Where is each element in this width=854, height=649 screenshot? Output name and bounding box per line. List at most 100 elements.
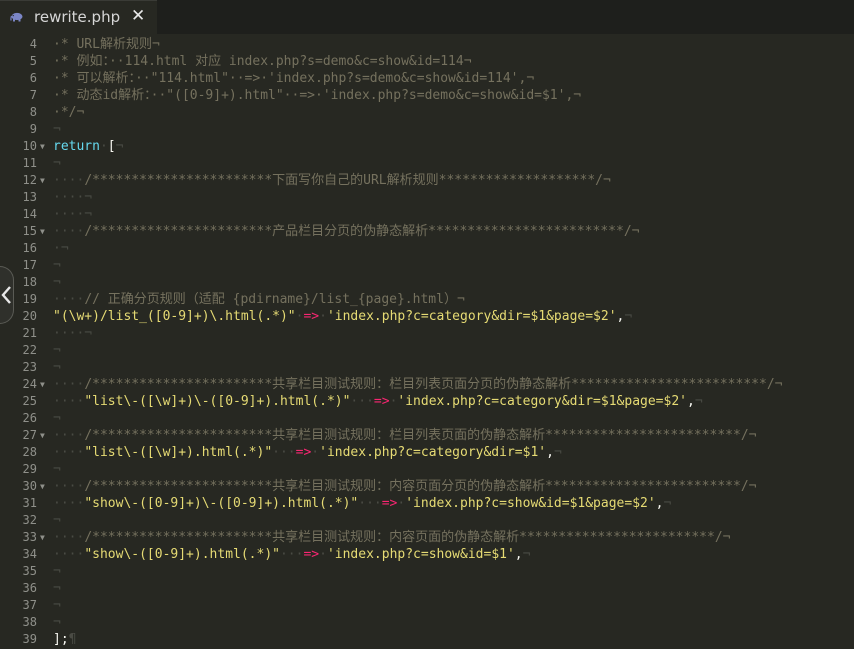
code-token: ···· [53,496,85,511]
code-line[interactable]: 24 ▼ ····/***********************共享栏目测试规则：… [0,376,854,393]
line-number: 16 [22,241,37,255]
code-line[interactable]: 9 ¬ [0,121,854,138]
code-token: ¬ [53,411,61,426]
code-line[interactable]: 12 ▼ ····/***********************下面写你自己的UR… [0,172,854,189]
line-number: 8 [29,105,37,119]
code-token: ···· [53,173,85,188]
code-token: /***********************共享栏目测试规则：栏目列表页面分… [84,377,783,392]
code-line[interactable]: 16 ·¬ [0,240,854,257]
code-token: /***********************产品栏目分页的伪静态解析****… [84,224,640,239]
code-line[interactable]: 25 ····"list\-([\w]+)\-([0-9]+).html(.*)"… [0,393,854,410]
code-token: , [546,445,554,460]
code-line[interactable]: 7 ·* 动态id解析：··"([0-9]+).html"··=>·'index.… [0,87,854,104]
code-editor[interactable]: 4 ·* URL解析规则¬ 5 ·* 例如：··114.html 对应 index.p… [0,34,854,649]
code-line[interactable]: 8 ·*/¬ [0,104,854,121]
code-text: ¬ [53,155,61,172]
tab-rewrite-php[interactable]: rewrite.php ✕ [0,0,157,34]
code-token: , [514,547,523,562]
line-number: 39 [22,632,37,646]
code-line[interactable]: 35 ¬ [0,563,854,580]
code-token: ···· [53,377,85,392]
code-token: 'index.php?c=category&dir=$1&page=$2' [326,309,617,324]
close-tab-button[interactable]: ✕ [131,6,145,26]
code-line[interactable]: 5 ·* 例如：··114.html 对应 index.php?s=demo&c=… [0,53,854,70]
fold-arrow-icon[interactable]: ▼ [40,529,45,546]
line-number: 23 [22,360,37,374]
code-token: ¬ [53,275,61,290]
code-text: ·* URL解析规则¬ [53,36,160,53]
code-token: /***********************共享栏目测试规则：内容页面的伪静… [84,530,731,545]
line-number: 31 [22,496,37,510]
code-line[interactable]: 38 ¬ [0,614,854,631]
code-line[interactable]: 15 ▼ ····/***********************产品栏目分页的伪静… [0,223,854,240]
code-line[interactable]: 27 ▼ ····/***********************共享栏目测试规则：… [0,427,854,444]
tab-bar: rewrite.php ✕ [0,0,854,34]
code-line[interactable]: 19 ····// 正确分页规则（适配 {pdirname}/list_{page… [0,291,854,308]
line-number: 34 [22,547,37,561]
code-line[interactable]: 6 ·* 可以解析：··"114.html"··=>·'index.php?s=d… [0,70,854,87]
fold-arrow-icon[interactable]: ▼ [40,223,45,240]
code-token: ··· [272,445,296,460]
code-text: ····"show\-([0-9]+)\-([0-9]+).html(.*)"·… [53,495,671,512]
code-token: ·* 例如：··114.html 对应 index.php?s=demo&c=s… [53,54,472,69]
code-line[interactable]: 10 ▼ return·[¬ [0,138,854,155]
code-token: ·* 可以解析：··"114.html"··=>·'index.php?s=de… [53,71,535,86]
code-token: => [381,496,398,511]
code-line[interactable]: 21 ····¬ [0,325,854,342]
code-line[interactable]: 22 ¬ [0,342,854,359]
code-text: ·* 动态id解析：··"([0-9]+).html"··=>·'index.p… [53,87,581,104]
code-token: // 正确分页规则（适配 {pdirname}/list_{page}.html… [84,292,465,307]
code-line[interactable]: 36 ¬ [0,580,854,597]
code-token: ·*/¬ [53,105,85,120]
code-token: ····¬ [53,190,93,205]
code-line[interactable]: 30 ▼ ····/***********************共享栏目测试规则：… [0,478,854,495]
code-text: ····¬ [53,189,92,206]
code-line[interactable]: 14 ····¬ [0,206,854,223]
code-line[interactable]: 31 ····"show\-([0-9]+)\-([0-9]+).html(.*)… [0,495,854,512]
code-line[interactable]: 39];¶ [0,631,854,648]
code-line[interactable]: 32 ¬ [0,512,854,529]
code-token: ··· [279,547,304,562]
code-token: ¬ [53,360,61,375]
code-token: ·¬ [53,241,69,256]
code-line[interactable]: 33 ▼ ····/***********************共享栏目测试规则：… [0,529,854,546]
line-number: 22 [22,343,37,357]
code-line[interactable]: 28 ····"list\-([\w]+).html(.*)"···=>·'ind… [0,444,854,461]
code-text: ¬ [53,580,61,597]
code-token: ¬ [53,581,61,596]
code-token: ]; [53,632,69,647]
fold-arrow-icon[interactable]: ▼ [40,138,45,155]
code-line[interactable]: 37 ¬ [0,597,854,614]
code-token: "(\w+)/list_([0-9]+)\.html(.*)" [53,309,296,324]
code-line[interactable]: 26 ¬ [0,410,854,427]
sidebar-toggle-handle[interactable] [0,266,14,324]
line-number: 24 [22,377,37,391]
line-number: 35 [22,564,37,578]
code-line[interactable]: 20 "(\w+)/list_([0-9]+)\.html(.*)"·=>·'in… [0,308,854,325]
fold-arrow-icon[interactable]: ▼ [40,376,45,393]
line-number: 12 [22,173,37,187]
code-token: ···· [53,394,85,409]
line-number: 9 [29,122,37,136]
fold-arrow-icon[interactable]: ▼ [40,172,45,189]
code-line[interactable]: 18 ¬ [0,274,854,291]
code-token: ¬ [53,564,61,579]
code-token: ¬ [663,496,672,511]
code-line[interactable]: 4 ·* URL解析规则¬ [0,36,854,53]
line-number: 13 [22,190,37,204]
code-text: ¬ [53,257,61,274]
code-text: ·*/¬ [53,104,84,121]
code-token: ···· [53,445,85,460]
code-text: ····/***********************共享栏目测试规则：栏目列… [53,427,756,444]
fold-arrow-icon[interactable]: ▼ [40,427,45,444]
code-line[interactable]: 11 ¬ [0,155,854,172]
fold-arrow-icon[interactable]: ▼ [40,478,45,495]
code-text: ····"list\-([\w]+)\-([0-9]+).html(.*)"··… [53,393,703,410]
code-line[interactable]: 34 ····"show\-([0-9]+).html(.*)"···=>·'in… [0,546,854,563]
code-line[interactable]: 23 ¬ [0,359,854,376]
line-number: 36 [22,581,37,595]
code-line[interactable]: 13 ····¬ [0,189,854,206]
code-line[interactable]: 29 ¬ [0,461,854,478]
code-line[interactable]: 17 ¬ [0,257,854,274]
code-token: · [311,445,320,460]
